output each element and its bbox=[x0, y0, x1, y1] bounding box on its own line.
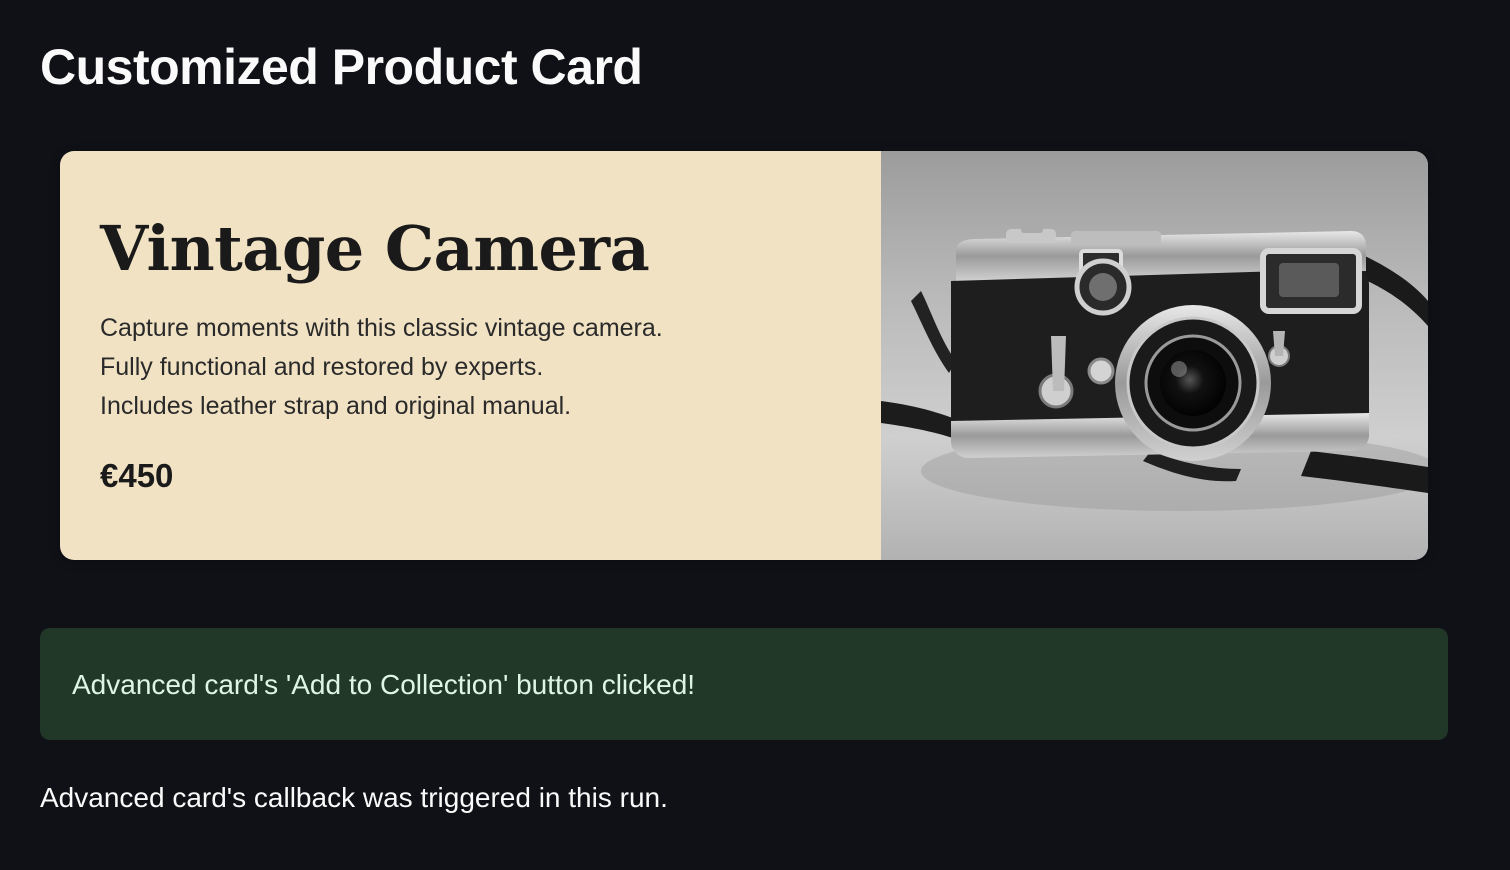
product-description-line: Capture moments with this classic vintag… bbox=[100, 314, 663, 342]
vintage-camera-icon bbox=[881, 151, 1428, 560]
product-card-info: Vintage Camera Capture moments with this… bbox=[60, 151, 881, 560]
product-description-line: Fully functional and restored by experts… bbox=[100, 353, 544, 381]
product-title: Vintage Camera bbox=[100, 212, 650, 285]
product-card[interactable]: Vintage Camera Capture moments with this… bbox=[60, 151, 1428, 560]
page-title: Customized Product Card bbox=[40, 39, 643, 95]
callback-status-text: Advanced card's callback was triggered i… bbox=[40, 782, 668, 813]
app-page: Customized Product Card Vintage Camera C… bbox=[0, 0, 1510, 870]
success-alert-message: Advanced card's 'Add to Collection' butt… bbox=[72, 669, 696, 700]
product-description-line: Includes leather strap and original manu… bbox=[100, 392, 572, 420]
product-description: Capture moments with this classic vintag… bbox=[100, 309, 663, 426]
success-alert: Advanced card's 'Add to Collection' butt… bbox=[40, 628, 1448, 740]
product-price: €450 bbox=[100, 457, 174, 494]
product-image bbox=[881, 151, 1428, 560]
